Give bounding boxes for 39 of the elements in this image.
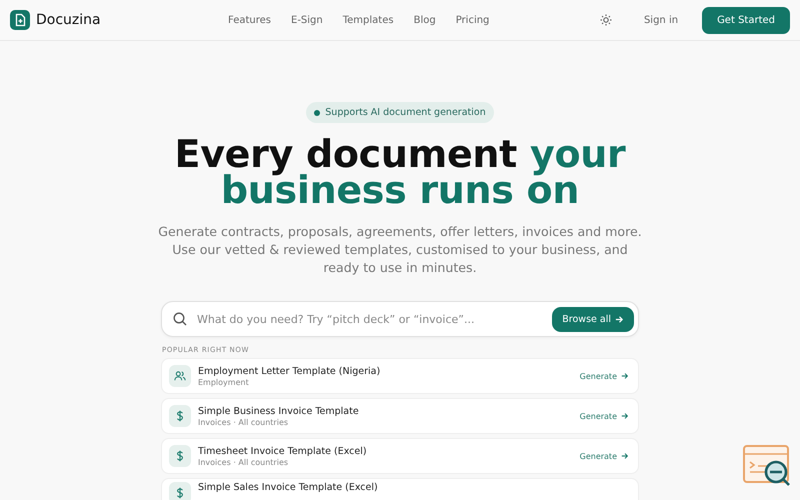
headline: Every document your business runs on — [174, 136, 627, 208]
template-title: Simple Business Invoice Template — [198, 406, 360, 416]
nav-link[interactable]: Pricing — [456, 14, 490, 26]
template-title: Timesheet Invoice Template (Excel) — [198, 446, 368, 456]
template-row[interactable]: Employment Letter Template (Nigeria) Employment Generate — [161, 358, 639, 394]
dollar-icon — [176, 450, 184, 462]
search-field[interactable]: What do you need? Try “pitch deck” or “invoice”... Browse all — [161, 301, 639, 337]
nav-link[interactable]: Blog — [414, 14, 436, 26]
template-category: Employment — [198, 378, 250, 386]
template-row[interactable]: Simple Sales Invoice Template (Excel) — [161, 478, 639, 500]
arrow-right-icon — [621, 452, 629, 460]
generate-link[interactable]: Generate — [580, 412, 631, 420]
feature-badge: Supports AI document generation — [306, 102, 494, 123]
template-category: Invoices · All countries — [198, 418, 290, 426]
browser-search-drawing[interactable] — [742, 444, 792, 488]
brand-name[interactable]: Docuzina — [36, 12, 101, 28]
sign-in-link[interactable]: Sign in — [644, 14, 678, 26]
nav-link[interactable]: Features — [228, 14, 271, 26]
nav-link[interactable]: Templates — [342, 14, 394, 26]
dollar-icon — [176, 410, 184, 422]
template-row[interactable]: Timesheet Invoice Template (Excel) Invoices · All countries Generate — [161, 438, 639, 474]
template-category: Invoices · All countries — [198, 458, 290, 466]
generate-link[interactable]: Generate — [580, 452, 631, 460]
arrow-right-icon — [621, 372, 629, 380]
search-icon — [173, 312, 187, 326]
intro-paragraph: Generate contracts, proposals, agreements, offer letters, invoices and more. Use our vetted & reviewed templates, customised to your business, and ready to use in minutes. — [157, 223, 643, 277]
arrow-right-icon — [615, 314, 624, 324]
template-title: Simple Sales Invoice Template (Excel) — [198, 482, 379, 493]
generate-link[interactable]: Generate — [580, 372, 631, 380]
sun-icon[interactable] — [600, 14, 612, 26]
people-icon — [174, 370, 186, 382]
template-title: Employment Letter Template (Nigeria) — [198, 366, 382, 376]
template-row[interactable]: Simple Business Invoice Template Invoices · All countries Generate — [161, 398, 639, 434]
get-started-button[interactable]: Get Started — [702, 6, 790, 34]
document-plus-icon[interactable] — [10, 10, 30, 30]
arrow-right-icon — [621, 412, 629, 420]
dollar-icon — [176, 487, 184, 499]
browse-all-button[interactable]: Browse all — [552, 306, 634, 332]
nav-link[interactable]: E-Sign — [291, 14, 323, 26]
